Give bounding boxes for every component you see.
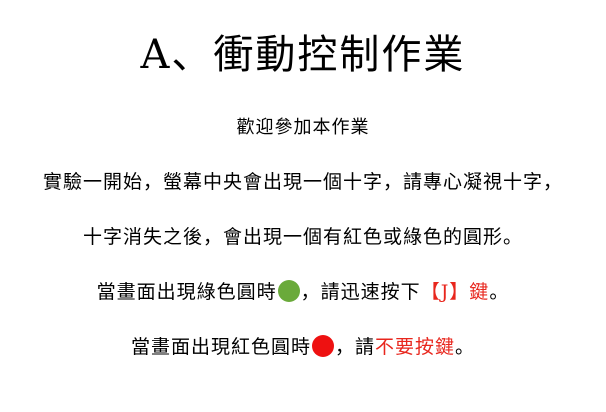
line-4-lead: 當畫面出現紅色圓時 <box>130 336 311 358</box>
instruction-line-3: 當畫面出現綠色圓時 ，請迅速按下【J】鍵。 <box>0 279 606 305</box>
red-circle-icon <box>311 335 334 357</box>
line-3-middle: ，請迅速按下 <box>300 281 421 303</box>
line-3-lead: 當畫面出現綠色圓時 <box>96 281 277 303</box>
page-title: A、衝動控制作業 <box>140 32 466 78</box>
green-circle-icon <box>277 280 300 302</box>
instruction-line-2: 十字消失之後，會出現一個有紅色或綠色的圓形。 <box>82 226 523 248</box>
instruction-line-4: 當畫面出現紅色圓時 ，請不要按鍵。 <box>0 334 606 360</box>
instruction-page: A、衝動控制作業 歡迎參加本作業 實驗一開始，螢幕中央會出現一個十字，請專心凝視… <box>0 0 606 412</box>
j-key-label: 【J】鍵 <box>420 281 490 303</box>
line-4-middle: ，請 <box>334 336 375 358</box>
do-not-press-label: 不要按鍵 <box>375 336 456 358</box>
line-3-end: 。 <box>489 281 510 303</box>
line-4-end: 。 <box>455 336 476 358</box>
instruction-line-1: 實驗一開始，螢幕中央會出現一個十字，請專心凝視十字， <box>42 171 563 193</box>
welcome-text: 歡迎參加本作業 <box>236 117 370 138</box>
